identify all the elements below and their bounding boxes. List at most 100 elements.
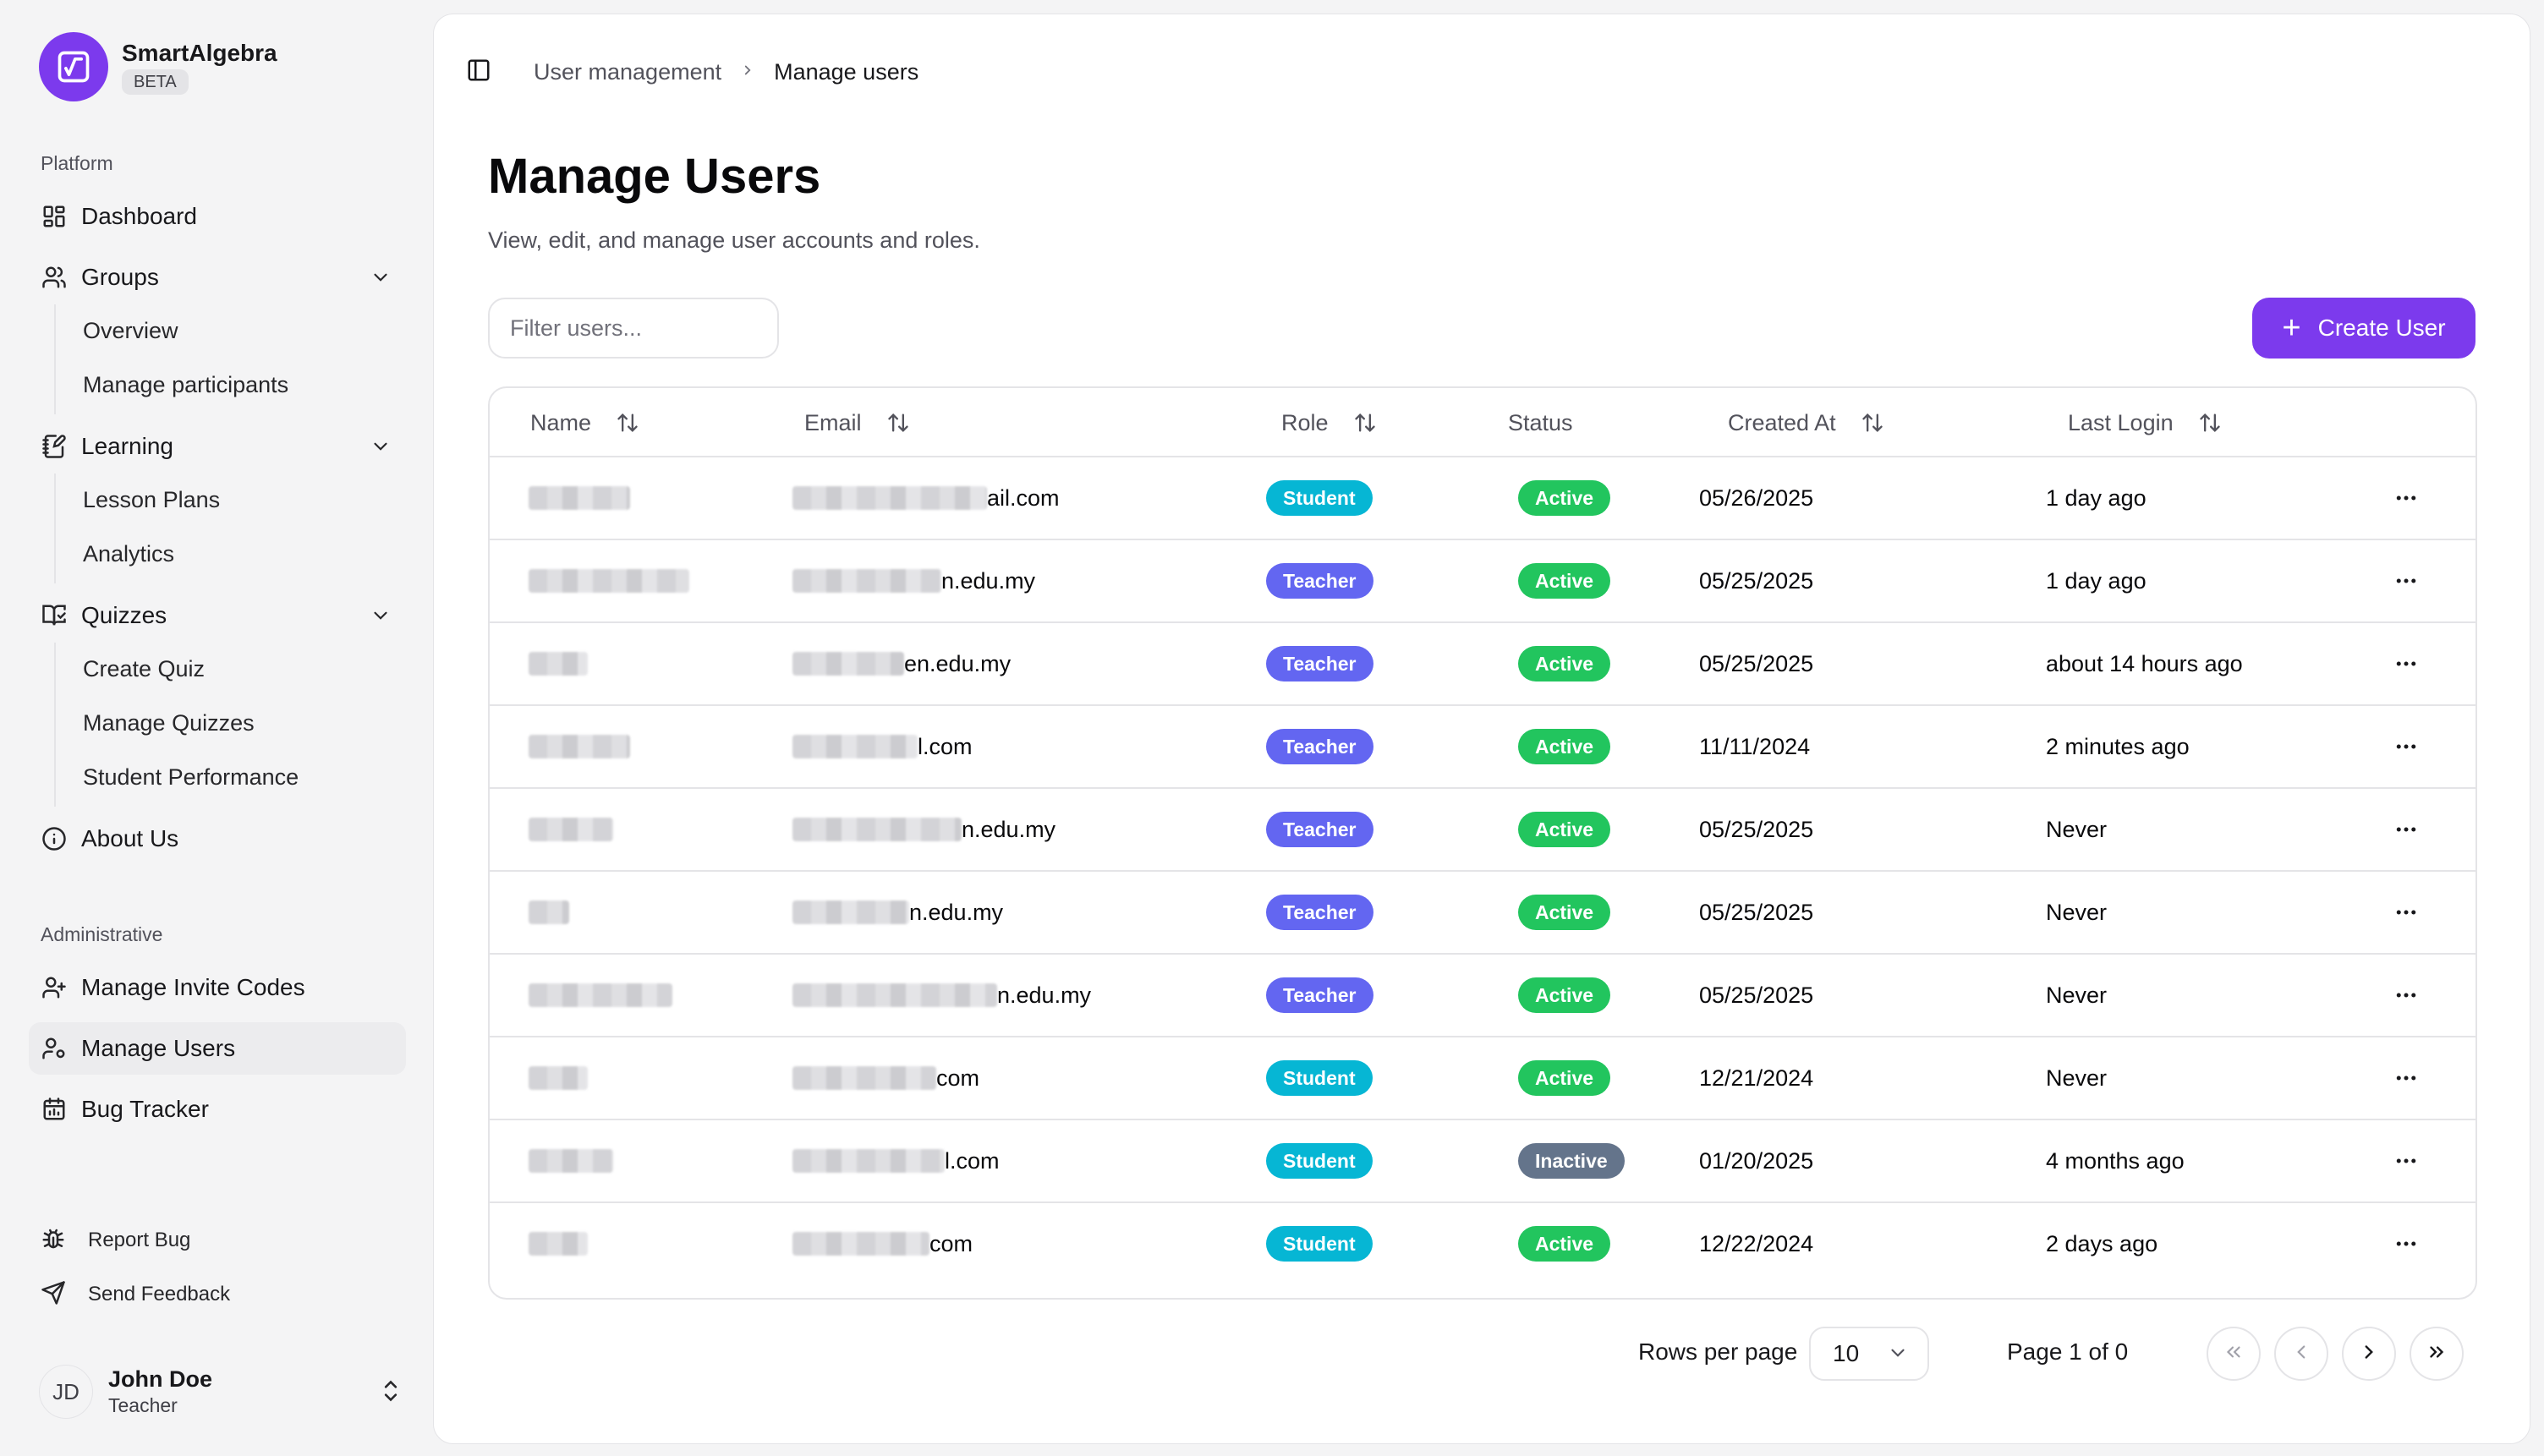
created-at-cell: 12/22/2024 [1699, 1230, 1814, 1256]
name-cell [529, 789, 613, 870]
sidebar-subitem-overview[interactable]: Overview [83, 314, 178, 348]
create-user-button[interactable]: + Create User [2252, 298, 2475, 359]
sidebar-item-label: About Us [81, 825, 179, 851]
sidebar-subitem-analytics[interactable]: Analytics [83, 537, 174, 571]
more-actions-icon[interactable] [2391, 1146, 2421, 1176]
sort-icon[interactable] [1860, 410, 1885, 435]
table-row[interactable]: en.edu.my Teacher Active 05/25/2025 about 14… [490, 623, 2475, 706]
beta-badge: BETA [122, 69, 189, 95]
name-cell [529, 1203, 588, 1284]
sidebar-item-label: Learning [81, 433, 173, 459]
sidebar-subitem-create-quiz[interactable]: Create Quiz [83, 652, 205, 686]
status-cell: Active [1518, 623, 1611, 704]
sidebar-item-learning[interactable]: Learning [29, 420, 406, 473]
column-header-label: Role [1281, 409, 1329, 435]
more-actions-icon[interactable] [2391, 1063, 2421, 1093]
sort-icon[interactable] [2197, 410, 2223, 435]
sidebar-subitem-manage-quizzes[interactable]: Manage Quizzes [83, 706, 255, 740]
more-actions-icon[interactable] [2391, 814, 2421, 845]
report-bug-link[interactable]: Report Bug [41, 1223, 190, 1257]
table-row[interactable]: l.com Student Inactive 01/20/2025 4 months a… [490, 1120, 2475, 1203]
send-feedback-link[interactable]: Send Feedback [41, 1278, 230, 1311]
brand[interactable]: SmartAlgebra BETA [39, 32, 277, 101]
last-login-cell: Never [2046, 899, 2108, 925]
breadcrumb: User management Manage users [466, 52, 918, 92]
sort-icon[interactable] [885, 410, 911, 435]
sidebar-item-dashboard[interactable]: Dashboard [29, 190, 406, 243]
more-actions-icon[interactable] [2391, 897, 2421, 928]
table-row[interactable]: l.com Teacher Active 11/11/2024 2 minutes ag… [490, 706, 2475, 789]
chevron-down-icon[interactable] [367, 433, 394, 460]
next-page-button[interactable] [2342, 1327, 2396, 1381]
column-header-name[interactable]: Name [530, 388, 640, 457]
create-user-label: Create User [2317, 315, 2446, 341]
redacted-email [792, 735, 918, 758]
redacted-email [792, 1232, 929, 1256]
sidebar-item-about[interactable]: About Us [29, 813, 406, 865]
more-actions-icon[interactable] [2391, 483, 2421, 513]
redacted-email [792, 569, 941, 593]
more-actions-icon[interactable] [2391, 649, 2421, 679]
role-cell: Teacher [1266, 623, 1373, 704]
sidebar-toggle-icon[interactable] [466, 57, 491, 87]
table-row[interactable]: ail.com Student Active 05/26/2025 1 day ago [490, 457, 2475, 540]
more-actions-icon[interactable] [2391, 980, 2421, 1010]
table-row[interactable]: n.edu.my Teacher Active 05/25/2025 Never [490, 955, 2475, 1037]
last-page-button[interactable] [2410, 1327, 2464, 1381]
sidebar-item-groups[interactable]: Groups [29, 251, 406, 304]
notebook-pen-icon [41, 433, 68, 460]
quizzes-subnav-rail [54, 643, 56, 807]
redacted-email [792, 818, 962, 841]
more-actions-icon[interactable] [2391, 731, 2421, 762]
status-badge: Active [1518, 729, 1611, 764]
send-feedback-label: Send Feedback [88, 1283, 231, 1305]
table-row[interactable]: n.edu.my Teacher Active 05/25/2025 1 day ago [490, 540, 2475, 623]
status-badge: Active [1518, 646, 1611, 681]
table-row[interactable]: com Student Active 12/22/2024 2 days ago [490, 1203, 2475, 1286]
status-cell: Active [1518, 789, 1611, 870]
email-cell: l.com [792, 706, 973, 787]
redacted-name [529, 569, 689, 593]
more-actions-icon[interactable] [2391, 566, 2421, 596]
status-badge: Active [1518, 895, 1611, 930]
created-at-cell: 05/25/2025 [1699, 650, 1814, 676]
sidebar-subitem-lesson-plans[interactable]: Lesson Plans [83, 483, 220, 517]
status-cell: Active [1518, 872, 1611, 953]
sort-icon[interactable] [615, 410, 640, 435]
redacted-name [529, 1232, 588, 1256]
sort-icon[interactable] [1352, 410, 1378, 435]
table-header: Name Email Role Status Created At Last L… [490, 388, 2475, 457]
column-header-email[interactable]: Email [804, 388, 911, 457]
send-icon [41, 1280, 66, 1310]
sidebar-subitem-student-performance[interactable]: Student Performance [83, 760, 299, 794]
column-header-created-at[interactable]: Created At [1728, 388, 1885, 457]
sidebar-item-manage-users[interactable]: Manage Users [29, 1022, 406, 1075]
table-row[interactable]: n.edu.my Teacher Active 05/25/2025 Never [490, 872, 2475, 955]
rows-per-page-select[interactable]: 10 [1809, 1327, 1929, 1381]
redacted-name [529, 1066, 588, 1090]
email-suffix: com [929, 1230, 973, 1256]
redacted-name [529, 486, 630, 510]
column-header-last-login[interactable]: Last Login [2068, 388, 2223, 457]
sidebar-item-quizzes[interactable]: Quizzes [29, 589, 406, 642]
redacted-email [792, 486, 987, 510]
last-login-cell: Never [2046, 816, 2108, 842]
user-menu[interactable]: JD John Doe Teacher [39, 1361, 403, 1422]
table-row[interactable]: com Student Active 12/21/2024 Never [490, 1037, 2475, 1120]
filter-users-input[interactable] [488, 298, 779, 359]
redacted-name [529, 983, 672, 1007]
previous-page-button[interactable] [2274, 1327, 2328, 1381]
first-page-button[interactable] [2207, 1327, 2261, 1381]
email-suffix: en.edu.my [904, 650, 1012, 676]
table-row[interactable]: n.edu.my Teacher Active 05/25/2025 Never [490, 789, 2475, 872]
chevrons-right-icon [2426, 1341, 2448, 1367]
chevron-down-icon[interactable] [367, 264, 394, 291]
last-login-cell: 4 months ago [2046, 1147, 2185, 1174]
sidebar-subitem-manage-participants[interactable]: Manage participants [83, 368, 288, 402]
sidebar-item-bug-tracker[interactable]: Bug Tracker [29, 1083, 406, 1136]
breadcrumb-user-management[interactable]: User management [534, 59, 721, 85]
sidebar-item-invite-codes[interactable]: Manage Invite Codes [29, 961, 406, 1014]
column-header-role[interactable]: Role [1281, 388, 1378, 457]
chevron-down-icon[interactable] [367, 602, 394, 629]
more-actions-icon[interactable] [2391, 1229, 2421, 1259]
